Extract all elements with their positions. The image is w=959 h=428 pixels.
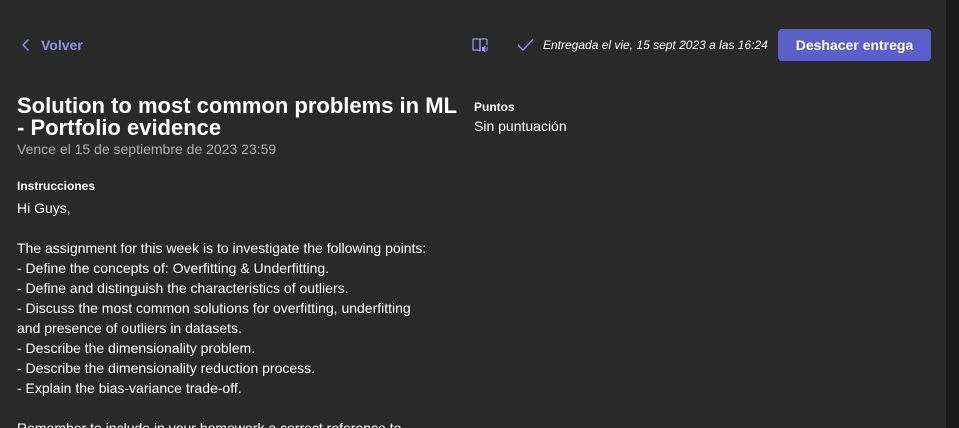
instruction-line: - Discuss the most common solutions for …: [17, 300, 411, 316]
instruction-line: - Describe the dimensionality problem.: [17, 340, 256, 356]
points-label: Puntos: [474, 100, 515, 114]
instruction-line: - Define the concepts of: Overfitting & …: [17, 260, 330, 276]
page-title: Solution to most common problems in ML -…: [17, 93, 457, 140]
assignment-page: Volver Entregada el vie, 15 sept 2023 a …: [0, 0, 959, 428]
instruction-line: and presence of outliers in datasets.: [17, 320, 242, 336]
instruction-line: - Explain the bias-variance trade-off.: [17, 380, 242, 396]
undo-submission-button[interactable]: Deshacer entrega: [778, 29, 931, 61]
checkmark-icon: [517, 39, 534, 51]
instruction-line: Remember to include in your homework a c…: [17, 420, 402, 428]
instruction-line: The assignment for this week is to inves…: [17, 240, 427, 256]
chevron-left-icon: [22, 39, 29, 51]
instructions-body: Hi Guys, The assignment for this week is…: [17, 198, 457, 428]
instructions-heading: Instrucciones: [17, 179, 96, 193]
submission-status-text: Entregada el vie, 15 sept 2023 a las 16:…: [543, 38, 768, 52]
scrollbar[interactable]: [946, 0, 959, 428]
back-button[interactable]: Volver: [20, 35, 83, 55]
instruction-line: Hi Guys,: [17, 200, 71, 216]
instruction-line: - Define and distinguish the characteris…: [17, 280, 349, 296]
due-date: Vence el 15 de septiembre de 2023 23:59: [17, 141, 277, 157]
points-value: Sin puntuación: [474, 118, 567, 134]
submission-status: Entregada el vie, 15 sept 2023 a las 16:…: [517, 36, 768, 54]
instruction-line: - Describe the dimensionality reduction …: [17, 360, 316, 376]
immersive-reader-icon[interactable]: [471, 36, 489, 54]
back-label: Volver: [41, 37, 83, 53]
